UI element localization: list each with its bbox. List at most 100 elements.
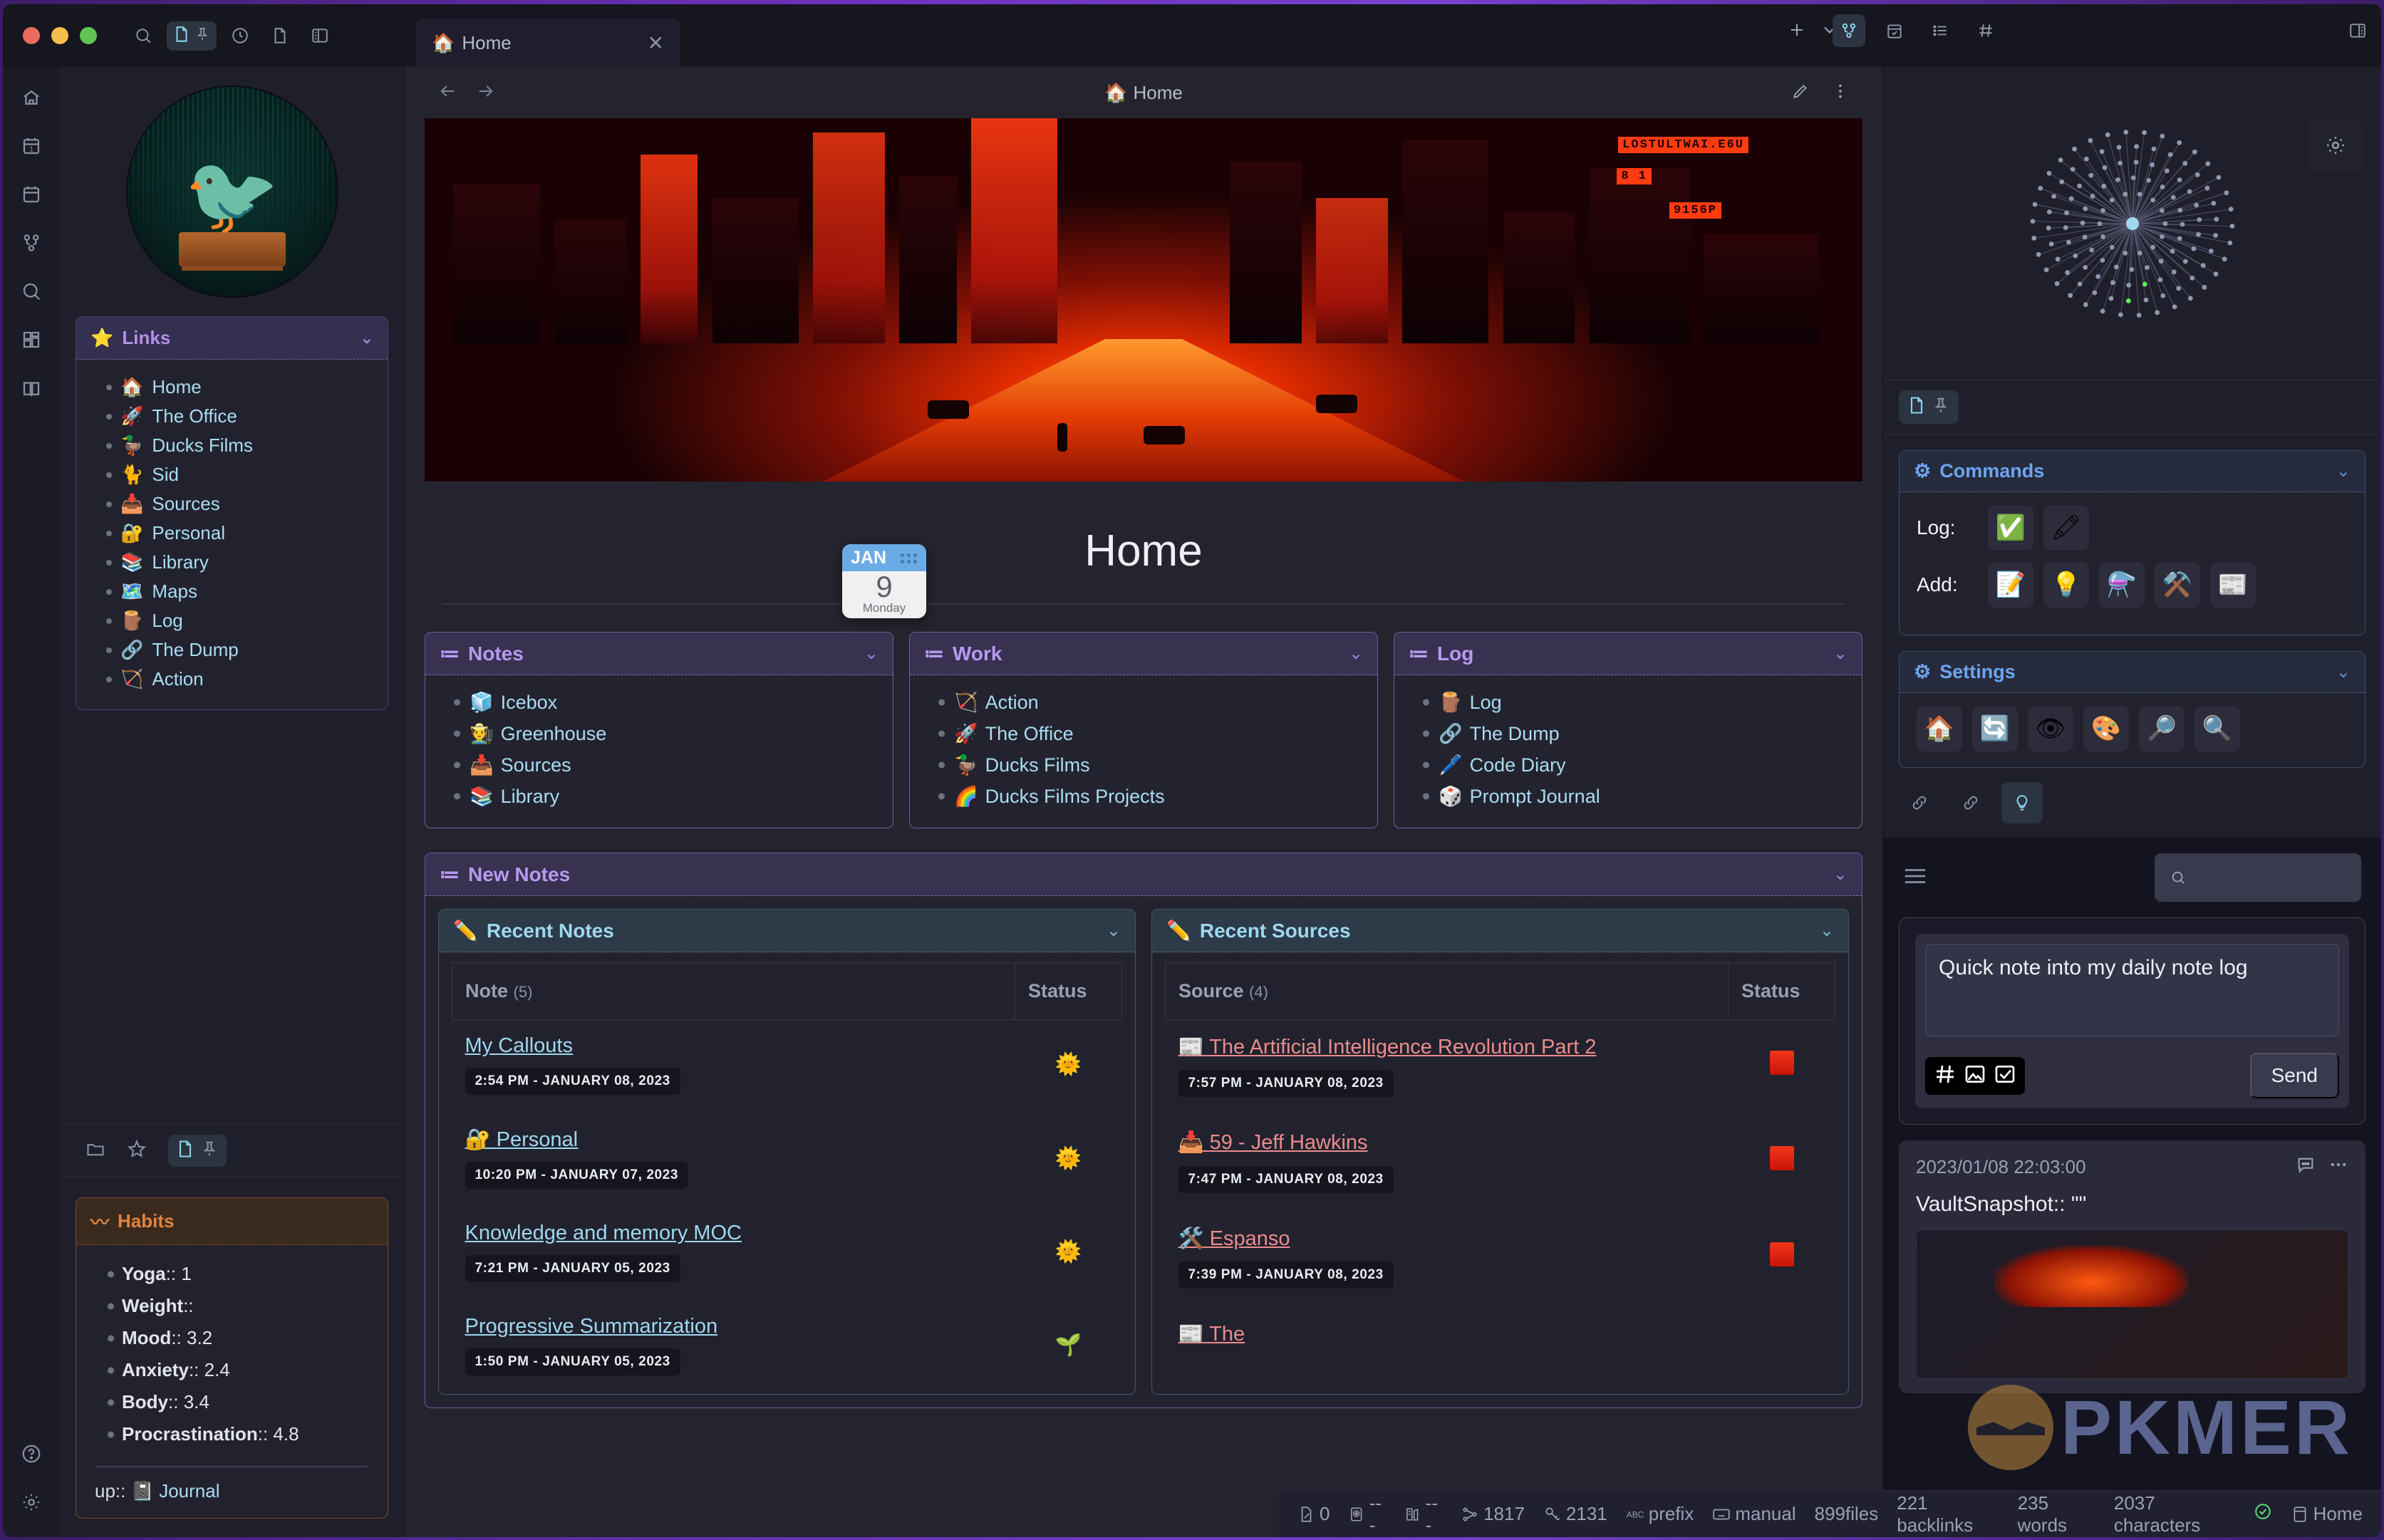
chevron-down-icon[interactable]: ⌄ [1107,920,1121,941]
column-status[interactable]: Status [1015,962,1122,1020]
close-icon[interactable]: ✕ [648,31,664,55]
card-notes-header[interactable]: ≔ Notes ⌄ [425,633,893,675]
note-link[interactable]: My Callouts [465,1034,1002,1058]
hash-icon[interactable] [1934,1063,1957,1089]
book-icon[interactable] [15,372,48,405]
sidebar-link-library[interactable]: 📚 Library [90,548,373,577]
local-graph-view[interactable] [1883,67,2381,380]
search-icon[interactable] [127,19,160,52]
settings-theme-button[interactable]: 🎨 [2083,706,2129,751]
add-experiment-button[interactable]: ⚗️ [2099,562,2145,608]
source-link[interactable]: 📰 The [1178,1321,1716,1347]
settings-zoom-out-button[interactable]: 🔍 [2194,706,2240,751]
sync-check-icon[interactable] [2254,1502,2272,1526]
chevron-down-icon[interactable]: ⌄ [1349,643,1363,664]
card-link-action[interactable]: 🏹 Action [917,687,1370,718]
folder-icon[interactable] [85,1139,105,1162]
settings-panel-header[interactable]: ⚙ Settings ⌄ [1900,652,2365,693]
minimize-window-button[interactable] [51,27,68,44]
new-file-icon[interactable] [264,19,296,52]
maximize-window-button[interactable] [80,27,97,44]
card-link-log[interactable]: 🪵 Log [1401,687,1855,718]
note-pin-toggle[interactable] [168,1135,227,1167]
graph-settings-button[interactable] [2308,118,2363,172]
add-source-button[interactable]: 📰 [2210,562,2256,608]
source-link[interactable]: 📰 The Artificial Intelligence Revolution… [1178,1034,1716,1060]
column-status[interactable]: Status [1728,962,1835,1020]
source-link[interactable]: 📥 59 - Jeff Hawkins [1178,1130,1716,1155]
chevron-down-icon[interactable]: ⌄ [361,329,373,348]
new-tab-button[interactable] [1787,20,1807,43]
sidebar-link-action[interactable]: 🏹 Action [90,665,373,694]
chevron-down-icon[interactable]: ⌄ [2336,662,2351,682]
column-source[interactable]: Source (4) [1165,962,1729,1020]
links-panel-header[interactable]: ⭐ Links ⌄ [76,317,388,360]
hamburger-icon[interactable] [1903,867,1927,889]
card-link-greenhouse[interactable]: 🧑‍🌾 Greenhouse [432,718,886,749]
memo-input[interactable] [1925,944,2339,1036]
sidebar-layout-icon[interactable] [304,19,336,52]
chevron-down-icon[interactable]: ⌄ [1820,920,1834,941]
card-link-prompt-journal[interactable]: 🎲 Prompt Journal [1401,781,1855,812]
card-link-the-dump[interactable]: 🔗 The Dump [1401,718,1855,749]
close-window-button[interactable] [23,27,40,44]
status-current-file[interactable]: Home [2291,1503,2363,1525]
memo-attachment-thumbnail[interactable] [1916,1229,2348,1379]
image-icon[interactable] [1964,1063,1986,1089]
hash-icon[interactable] [1969,14,2002,47]
new-notes-header[interactable]: ≔ New Notes ⌄ [425,853,1862,896]
dashboard-icon[interactable] [15,323,48,356]
memos-search-input[interactable] [2155,853,2361,902]
recent-sources-header[interactable]: ✏️ Recent Sources ⌄ [1152,910,1848,952]
chevron-down-icon[interactable]: ⌄ [1833,643,1847,664]
status-target[interactable]: --- [1348,1492,1386,1536]
card-link-the-office[interactable]: 🚀 The Office [917,718,1370,749]
comment-icon[interactable] [2296,1155,2316,1180]
status-graph-links[interactable]: 1817 [1461,1503,1525,1525]
card-link-library[interactable]: 📚 Library [432,781,886,812]
vertical-dots-icon[interactable] [1831,82,1850,104]
chevron-down-icon[interactable]: ⌄ [2336,461,2351,482]
lightbulb-icon[interactable] [2001,782,2043,823]
card-link-ducks-films[interactable]: 🦆 Ducks Films [917,749,1370,781]
status-prefix-mode[interactable]: ABC prefix [1626,1503,1694,1525]
card-link-code-diary[interactable]: 🖊️ Code Diary [1401,749,1855,781]
note-link[interactable]: 🔐 Personal [465,1128,1002,1152]
note-link[interactable]: Knowledge and memory MOC [465,1222,1002,1245]
help-icon[interactable] [15,1437,48,1470]
card-link-sources[interactable]: 📥 Sources [432,749,886,781]
pencil-icon[interactable] [1791,82,1810,104]
source-link[interactable]: 🛠️ Espanso [1178,1226,1716,1252]
calendar-icon[interactable] [15,178,48,211]
add-note-button[interactable]: 📝 [1988,562,2033,608]
card-log-header[interactable]: ≔ Log ⌄ [1394,633,1862,675]
status-manual-mode[interactable]: manual [1712,1503,1796,1525]
settings-zoom-in-button[interactable]: 🔎 [2139,706,2185,751]
sidebar-link-personal[interactable]: 🔐 Personal [90,519,373,548]
sidebar-link-log[interactable]: 🪵 Log [90,606,373,635]
clock-icon[interactable] [224,19,256,52]
forward-arrow-icon[interactable] [476,81,496,105]
commands-panel-header[interactable]: ⚙ Commands ⌄ [1900,451,2365,492]
log-note-button[interactable]: 🖍 [2043,505,2089,551]
add-idea-button[interactable]: 💡 [2043,562,2089,608]
log-task-button[interactable]: ✅ [1988,505,2033,551]
tab-home[interactable]: 🏠 Home ✕ [416,19,680,67]
checkbox-icon[interactable] [1994,1063,2016,1089]
sidebar-link-the-dump[interactable]: 🔗 The Dump [90,635,373,665]
sidebar-link-maps[interactable]: 🗺️ Maps [90,577,373,606]
sidebar-link-sources[interactable]: 📥 Sources [90,489,373,519]
calendar-check-icon[interactable] [1878,14,1911,47]
note-pin-toggle[interactable] [167,21,217,51]
card-link-icebox[interactable]: 🧊 Icebox [432,687,886,718]
recent-notes-header[interactable]: ✏️ Recent Notes ⌄ [439,910,1135,952]
settings-reload-button[interactable]: 🔄 [1972,706,2018,751]
habits-panel-header[interactable]: 〰 Habits [76,1198,388,1245]
note-link[interactable]: Progressive Summarization [465,1315,1002,1338]
settings-gear-icon[interactable] [15,1486,48,1519]
card-work-header[interactable]: ≔ Work ⌄ [910,633,1377,675]
search-icon[interactable] [15,275,48,308]
column-note[interactable]: Note (5) [452,962,1015,1020]
graph-icon[interactable] [1833,14,1865,47]
graph-icon[interactable] [15,227,48,259]
